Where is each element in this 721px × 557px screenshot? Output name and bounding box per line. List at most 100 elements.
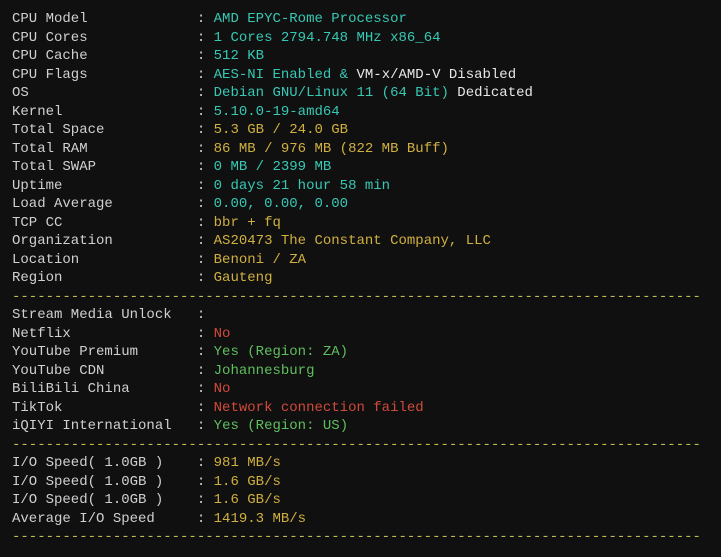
row-tcp-cc: TCP CC : bbr + fq	[12, 214, 709, 233]
pad	[62, 104, 196, 120]
pad	[163, 492, 197, 508]
label-region: Region	[12, 270, 62, 286]
pad	[79, 252, 197, 268]
value-iqiyi: Yes (Region: US)	[214, 418, 348, 434]
pad	[29, 85, 197, 101]
pad	[62, 400, 196, 416]
pad	[88, 48, 197, 64]
value-io-speed-1: 981 MB/s	[214, 455, 281, 471]
value-kernel: 5.10.0-19-amd64	[214, 104, 340, 120]
row-cpu-cache: CPU Cache : 512 KB	[12, 47, 709, 66]
row-youtube-premium: YouTube Premium : Yes (Region: ZA)	[12, 343, 709, 362]
value-youtube-premium: Yes (Region: ZA)	[214, 344, 348, 360]
label-netflix: Netflix	[12, 326, 71, 342]
pad	[88, 67, 197, 83]
value-cpu-flags-1: AES-NI Enabled &	[214, 67, 357, 83]
label-iqiyi: iQIYI International	[12, 418, 172, 434]
label-youtube-cdn: YouTube CDN	[12, 363, 104, 379]
pad	[163, 455, 197, 471]
row-io-speed-3: I/O Speed( 1.0GB ) : 1.6 GB/s	[12, 491, 709, 510]
value-load-average: 0.00, 0.00, 0.00	[214, 196, 348, 212]
row-netflix: Netflix : No	[12, 325, 709, 344]
label-stream-heading: Stream Media Unlock	[12, 307, 172, 323]
value-cpu-cores: 1 Cores 2794.748 MHz x86_64	[214, 30, 441, 46]
row-kernel: Kernel : 5.10.0-19-amd64	[12, 103, 709, 122]
pad	[96, 159, 197, 175]
label-cpu-cache: CPU Cache	[12, 48, 88, 64]
pad	[104, 122, 196, 138]
row-total-ram: Total RAM : 86 MB / 976 MB (822 MB Buff)	[12, 140, 709, 159]
label-os: OS	[12, 85, 29, 101]
pad	[62, 215, 196, 231]
value-bilibili: No	[214, 381, 231, 397]
row-cpu-cores: CPU Cores : 1 Cores 2794.748 MHz x86_64	[12, 29, 709, 48]
label-organization: Organization	[12, 233, 113, 249]
value-os-1: Debian GNU/Linux 11 (64 Bit)	[214, 85, 458, 101]
row-stream-heading: Stream Media Unlock :	[12, 306, 709, 325]
pad	[88, 30, 197, 46]
value-cpu-model: AMD EPYC-Rome Processor	[214, 11, 407, 27]
value-cpu-flags-2: VM-x/AMD-V Disabled	[356, 67, 516, 83]
row-total-swap: Total SWAP : 0 MB / 2399 MB	[12, 158, 709, 177]
pad	[88, 11, 197, 27]
label-cpu-cores: CPU Cores	[12, 30, 88, 46]
value-total-ram: 86 MB / 976 MB (822 MB Buff)	[214, 141, 449, 157]
label-tiktok: TikTok	[12, 400, 62, 416]
pad	[62, 270, 196, 286]
row-bilibili: BiliBili China : No	[12, 380, 709, 399]
value-io-speed-3: 1.6 GB/s	[214, 492, 281, 508]
row-load-average: Load Average : 0.00, 0.00, 0.00	[12, 195, 709, 214]
label-total-ram: Total RAM	[12, 141, 88, 157]
pad	[172, 307, 197, 323]
pad	[104, 363, 196, 379]
pad	[88, 141, 197, 157]
label-total-swap: Total SWAP	[12, 159, 96, 175]
pad	[155, 511, 197, 527]
row-io-speed-1: I/O Speed( 1.0GB ) : 981 MB/s	[12, 454, 709, 473]
value-io-speed-2: 1.6 GB/s	[214, 474, 281, 490]
pad	[163, 474, 197, 490]
label-io-speed-1: I/O Speed( 1.0GB )	[12, 455, 163, 471]
value-tiktok: Network connection failed	[214, 400, 424, 416]
pad	[113, 233, 197, 249]
value-netflix: No	[214, 326, 231, 342]
row-iqiyi: iQIYI International : Yes (Region: US)	[12, 417, 709, 436]
label-uptime: Uptime	[12, 178, 62, 194]
label-total-space: Total Space	[12, 122, 104, 138]
row-avg-io-speed: Average I/O Speed : 1419.3 MB/s	[12, 510, 709, 529]
row-total-space: Total Space : 5.3 GB / 24.0 GB	[12, 121, 709, 140]
label-load-average: Load Average	[12, 196, 113, 212]
value-youtube-cdn: Johannesburg	[214, 363, 315, 379]
label-bilibili: BiliBili China	[12, 381, 130, 397]
row-youtube-cdn: YouTube CDN : Johannesburg	[12, 362, 709, 381]
row-io-speed-2: I/O Speed( 1.0GB ) : 1.6 GB/s	[12, 473, 709, 492]
value-location: Benoni / ZA	[214, 252, 306, 268]
label-cpu-model: CPU Model	[12, 11, 88, 27]
pad	[138, 344, 197, 360]
label-youtube-premium: YouTube Premium	[12, 344, 138, 360]
label-io-speed-3: I/O Speed( 1.0GB )	[12, 492, 163, 508]
divider-line: ----------------------------------------…	[12, 288, 709, 307]
row-uptime: Uptime : 0 days 21 hour 58 min	[12, 177, 709, 196]
label-avg-io-speed: Average I/O Speed	[12, 511, 155, 527]
value-total-swap: 0 MB / 2399 MB	[214, 159, 332, 175]
label-location: Location	[12, 252, 79, 268]
label-cpu-flags: CPU Flags	[12, 67, 88, 83]
value-os-2: Dedicated	[457, 85, 533, 101]
label-io-speed-2: I/O Speed( 1.0GB )	[12, 474, 163, 490]
value-uptime: 0 days 21 hour 58 min	[214, 178, 390, 194]
row-os: OS : Debian GNU/Linux 11 (64 Bit) Dedica…	[12, 84, 709, 103]
value-total-space: 5.3 GB / 24.0 GB	[214, 122, 348, 138]
value-tcp-cc: bbr + fq	[214, 215, 281, 231]
pad	[130, 381, 197, 397]
row-region: Region : Gauteng	[12, 269, 709, 288]
pad	[71, 326, 197, 342]
row-cpu-flags: CPU Flags : AES-NI Enabled & VM-x/AMD-V …	[12, 66, 709, 85]
value-region: Gauteng	[214, 270, 273, 286]
row-cpu-model: CPU Model : AMD EPYC-Rome Processor	[12, 10, 709, 29]
row-location: Location : Benoni / ZA	[12, 251, 709, 270]
divider-line: ----------------------------------------…	[12, 436, 709, 455]
row-tiktok: TikTok : Network connection failed	[12, 399, 709, 418]
divider-line: ----------------------------------------…	[12, 528, 709, 547]
value-avg-io-speed: 1419.3 MB/s	[214, 511, 306, 527]
